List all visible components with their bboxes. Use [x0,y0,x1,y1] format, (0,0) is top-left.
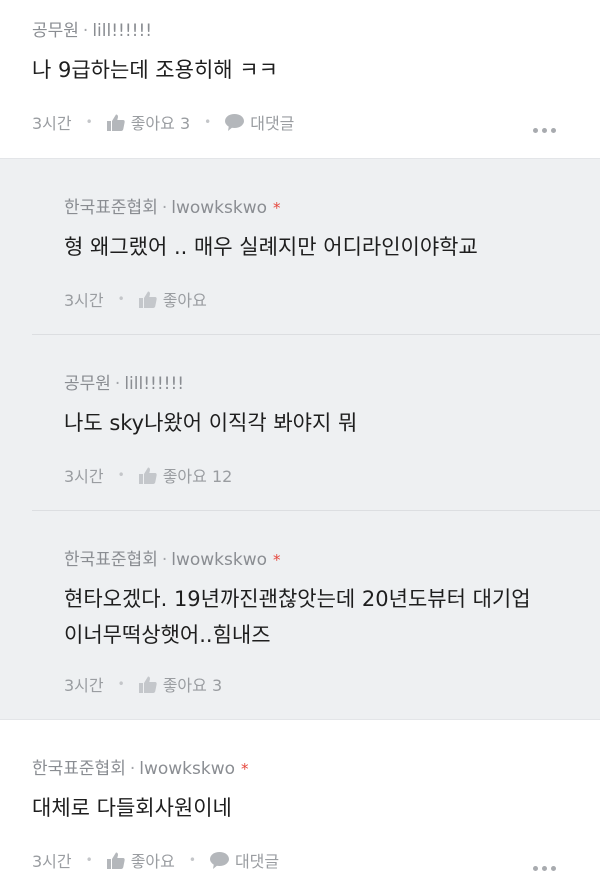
comment-text: 나 9급하는데 조용히해 ㅋㅋ [32,58,278,82]
reply-author[interactable]: 공무원 [64,374,111,394]
thumbs-up-icon [138,291,157,308]
comment-username[interactable]: lill!!!!!! [92,21,152,41]
reply-meta: 한국표준협회 · lwowkskwo * [64,193,281,218]
reply-meta: 한국표준협회 · lwowkskwo * [64,545,281,570]
like-label: 좋아요 [130,852,175,871]
reply-username[interactable]: lill!!!!!! [124,374,184,394]
like-button[interactable]: 좋아요 [138,287,207,311]
meta-dot: · [114,374,121,394]
reply-time: 3시간 [64,676,104,695]
like-label: 좋아요 12 [162,467,233,486]
like-button[interactable]: 좋아요 [106,848,175,872]
author-badge-icon: * [241,760,249,778]
like-button[interactable]: 좋아요 3 [106,110,191,134]
reply-author[interactable]: 한국표준협회 [64,550,158,570]
more-dots-icon[interactable] [529,856,556,875]
like-button[interactable]: 좋아요 12 [138,463,233,487]
speech-bubble-icon [209,851,229,869]
reply-time: 3시간 [64,467,104,486]
reply-divider [32,334,600,335]
author-badge-icon: * [273,551,281,569]
comment-time: 3시간 [32,114,72,133]
like-label: 좋아요 3 [130,114,191,133]
comment-author[interactable]: 공무원 [32,21,79,41]
reply-text-line-2: 이너무떡상햇어..힘내즈 [64,623,271,647]
separator-dot: • [204,115,212,129]
comment-actions: 3시간 • 좋아요 • 대댓글 [32,848,279,872]
comment-username[interactable]: lwowkskwo [139,759,235,779]
separator-dot: • [188,853,196,867]
speech-bubble-icon [225,113,245,131]
author-badge-icon: * [273,199,281,217]
like-button[interactable]: 좋아요 3 [138,672,223,696]
reply-actions: 3시간 • 좋아요 [64,287,207,311]
reply-actions: 3시간 • 좋아요 3 [64,672,222,696]
like-label: 좋아요 [162,291,207,310]
reply-username[interactable]: lwowkskwo [171,198,267,218]
thumbs-up-icon [138,467,157,484]
comment-author[interactable]: 한국표준협회 [32,759,126,779]
reply-time: 3시간 [64,291,104,310]
meta-dot: · [161,198,168,218]
reply-author[interactable]: 한국표준협회 [64,198,158,218]
reply-label: 대댓글 [234,852,280,871]
comment-time: 3시간 [32,852,72,871]
more-dots-icon[interactable] [529,118,556,137]
meta-dot: · [161,550,168,570]
reply-button[interactable]: 대댓글 [225,110,294,134]
comment-actions: 3시간 • 좋아요 3 • 대댓글 [32,110,294,134]
reply-actions: 3시간 • 좋아요 12 [64,463,232,487]
separator-dot: • [85,853,93,867]
comment-meta: 한국표준협회 · lwowkskwo * [32,754,249,779]
reply-divider [32,510,600,511]
separator-dot: • [85,115,93,129]
reply-meta: 공무원 · lill!!!!!! [64,369,184,394]
reply-text: 형 왜그랬어 .. 매우 실례지만 어디라인이야학교 [64,235,478,259]
replies-section: 한국표준협회 · lwowkskwo * 형 왜그랬어 .. 매우 실례지만 어디라인… [0,158,600,720]
reply-username[interactable]: lwowkskwo [171,550,267,570]
like-label: 좋아요 3 [162,676,223,695]
thumbs-up-icon [106,114,125,131]
reply-text: 나도 sky나왔어 이직각 봐야지 뭐 [64,411,358,435]
meta-dot: · [82,21,89,41]
reply-label: 대댓글 [250,114,295,133]
separator-dot: • [117,468,125,482]
comment-item: 공무원 · lill!!!!!! 나 9급하는데 조용히해 ㅋㅋ 3시간 • 좋아요… [0,0,600,158]
reply-text-line-1: 현타오겠다. 19년까진괜찮앗는데 20년도뷰터 대기업 [64,587,531,611]
comment-meta: 공무원 · lill!!!!!! [32,16,152,41]
meta-dot: · [129,759,136,779]
separator-dot: • [117,292,125,306]
thumbs-up-icon [138,676,157,693]
separator-dot: • [117,677,125,691]
comment-text: 대체로 다들회사원이네 [32,796,232,820]
thumbs-up-icon [106,852,125,869]
reply-button[interactable]: 대댓글 [209,848,280,872]
comment-item: 한국표준협회 · lwowkskwo * 대체로 다들회사원이네 3시간 • 좋아요 … [0,720,600,893]
